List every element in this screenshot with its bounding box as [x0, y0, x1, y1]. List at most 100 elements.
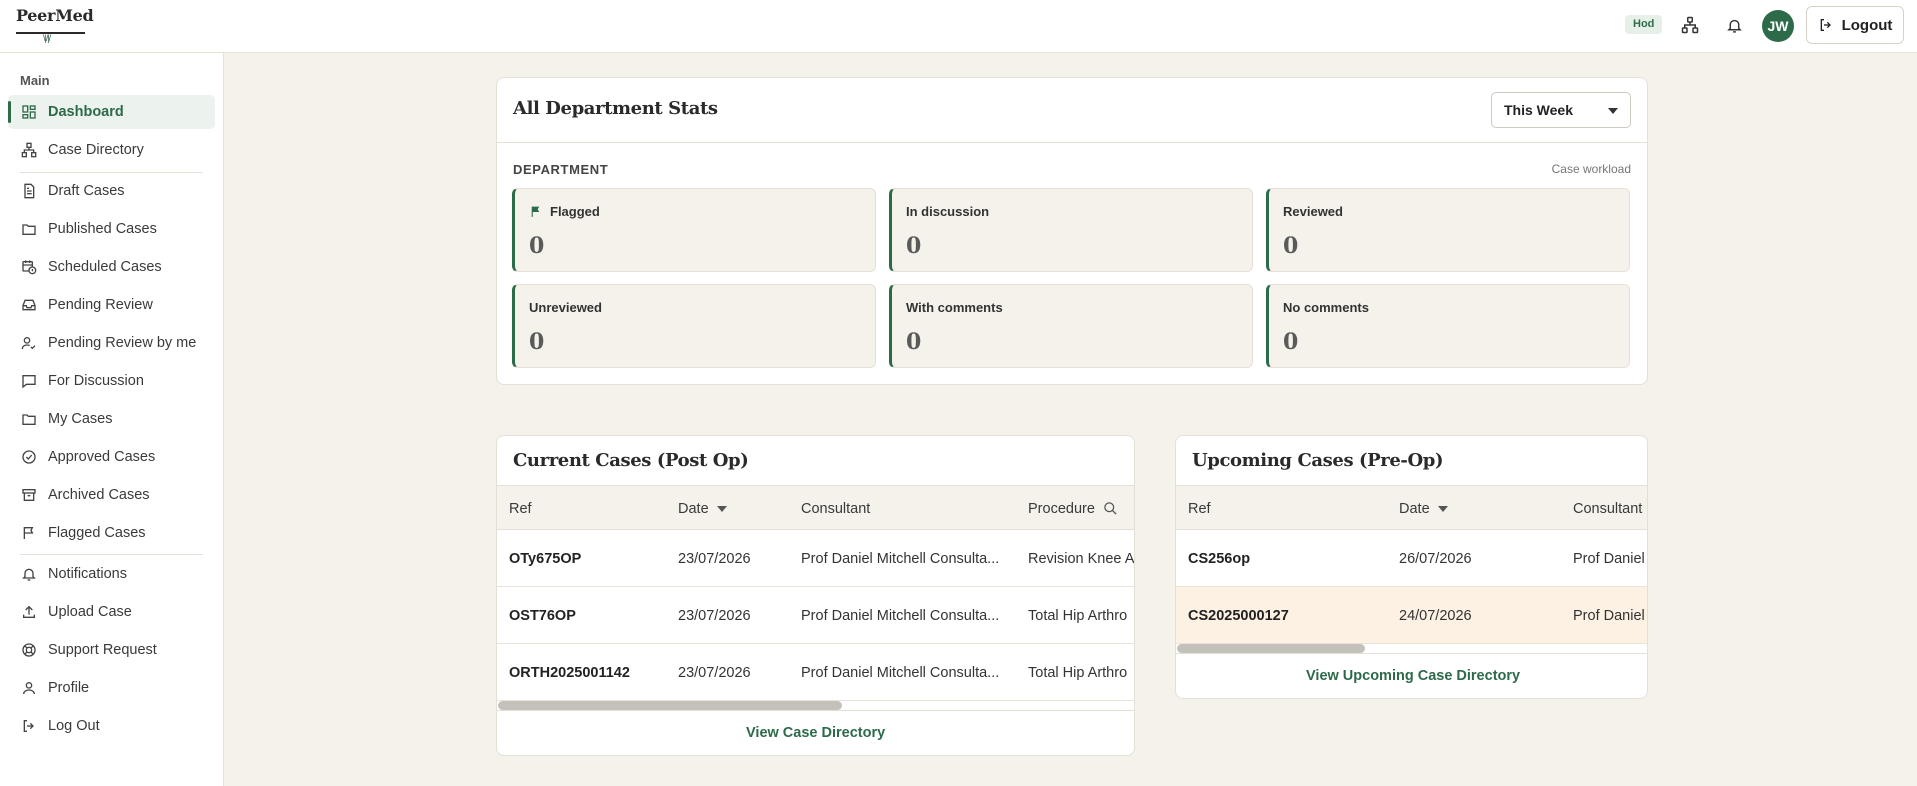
sidebar-item-label: Draft Cases [48, 183, 125, 199]
flag-icon [531, 206, 540, 217]
stat-label: Unreviewed [529, 300, 602, 315]
stat-value: 0 [1283, 329, 1299, 355]
cell-consultant: Prof Daniel Mitchell Consulta... [801, 550, 1000, 567]
sidebar-divider [20, 172, 203, 173]
stat-value: 0 [1283, 233, 1299, 259]
column-header-date[interactable]: Date [1399, 486, 1448, 531]
column-header-consultant[interactable]: Consultant [801, 486, 870, 531]
view-case-directory-link[interactable]: View Case Directory [746, 725, 885, 741]
column-header-ref[interactable]: Ref [509, 486, 532, 531]
logo-underline [16, 32, 85, 34]
sidebar-item-upload-case[interactable]: Upload Case [8, 595, 215, 629]
org-chart-icon[interactable] [1678, 13, 1702, 37]
sidebar-item-notifications[interactable]: Notifications [8, 557, 215, 591]
cell-date: 26/07/2026 [1399, 550, 1472, 567]
logout-label: Logout [1841, 16, 1893, 34]
sidebar-item-pending-review-by-me[interactable]: Pending Review by me [8, 326, 215, 360]
stat-no-comments[interactable]: No comments 0 [1266, 284, 1630, 368]
bell-icon[interactable] [1722, 13, 1746, 37]
case-workload-note: Case workload [1551, 162, 1631, 176]
upcoming-cases-title: Upcoming Cases (Pre-Op) [1192, 450, 1444, 471]
sidebar-item-archived-cases[interactable]: Archived Cases [8, 478, 215, 512]
column-header-date[interactable]: Date [678, 486, 727, 531]
table-row[interactable]: CS256op 26/07/2026 Prof Daniel [1176, 530, 1647, 587]
calendar-clock-icon [20, 258, 38, 276]
period-select-value: This Week [1504, 102, 1573, 118]
stat-value: 0 [906, 329, 922, 355]
stat-unreviewed[interactable]: Unreviewed 0 [512, 284, 876, 368]
card-divider [1176, 653, 1647, 654]
logo-text: PeerMed [16, 6, 94, 25]
sidebar-item-case-directory[interactable]: Case Directory [8, 133, 215, 167]
chat-icon [20, 372, 38, 390]
bell-icon [20, 565, 38, 583]
sidebar: Main Dashboard Case Directory Draft Case… [0, 53, 224, 786]
stat-flagged[interactable]: Flagged 0 [512, 188, 876, 272]
logout-icon [20, 717, 38, 735]
cell-procedure: Total Hip Arthro [1028, 664, 1128, 681]
table-header: Ref Date Consultant Procedure [497, 485, 1134, 531]
department-section-label: DEPARTMENT [513, 162, 609, 177]
sidebar-item-my-cases[interactable]: My Cases [8, 402, 215, 436]
cell-ref: OST76OP [509, 607, 576, 624]
chevron-down-icon [1608, 108, 1618, 114]
sidebar-item-label: Archived Cases [48, 487, 150, 503]
sidebar-item-log-out[interactable]: Log Out [8, 709, 215, 743]
sidebar-item-scheduled-cases[interactable]: Scheduled Cases [8, 250, 215, 284]
scrollbar-thumb[interactable] [498, 701, 842, 710]
sidebar-item-label: Profile [48, 680, 90, 696]
table-row[interactable]: OTy675OP 23/07/2026 Prof Daniel Mitchell… [497, 530, 1134, 587]
current-cases-card: Current Cases (Post Op) Ref Date Consult… [496, 435, 1135, 756]
stat-reviewed[interactable]: Reviewed 0 [1266, 188, 1630, 272]
column-header-procedure[interactable]: Procedure [1028, 486, 1118, 531]
stat-with-comments[interactable]: With comments 0 [889, 284, 1253, 368]
search-icon[interactable] [1103, 501, 1118, 516]
sort-down-icon [1437, 505, 1448, 512]
table-row[interactable]: ORTH2025001142 23/07/2026 Prof Daniel Mi… [497, 644, 1134, 701]
stats-title: All Department Stats [513, 98, 718, 119]
cell-consultant: Prof Daniel Mitchell Consulta... [801, 607, 1000, 624]
cell-date: 24/07/2026 [1399, 607, 1472, 624]
cell-date: 23/07/2026 [678, 607, 751, 624]
period-select[interactable]: This Week [1491, 92, 1631, 128]
grid-icon [20, 103, 38, 121]
table-row-highlighted[interactable]: CS2025000127 24/07/2026 Prof Daniel [1176, 587, 1647, 644]
cell-ref: OTy675OP [509, 550, 582, 567]
sidebar-item-approved-cases[interactable]: Approved Cases [8, 440, 215, 474]
sidebar-item-profile[interactable]: Profile [8, 671, 215, 705]
folder-icon [20, 410, 38, 428]
table-row[interactable]: OST76OP 23/07/2026 Prof Daniel Mitchell … [497, 587, 1134, 644]
sidebar-item-published-cases[interactable]: Published Cases [8, 212, 215, 246]
cell-ref: CS256op [1188, 550, 1251, 567]
sidebar-item-draft-cases[interactable]: Draft Cases [8, 174, 215, 208]
sidebar-item-label: Log Out [48, 718, 100, 734]
logout-icon [1820, 19, 1831, 31]
column-header-consultant[interactable]: Consultant [1573, 486, 1642, 531]
cell-date: 23/07/2026 [678, 550, 751, 567]
table-header: Ref Date Consultant [1176, 485, 1647, 531]
sidebar-item-support-request[interactable]: Support Request [8, 633, 215, 667]
horizontal-scrollbar[interactable] [1176, 643, 1647, 653]
sidebar-item-flagged-cases[interactable]: Flagged Cases [8, 516, 215, 550]
stat-label: Flagged [550, 204, 600, 219]
stat-label: No comments [1283, 300, 1369, 315]
avatar-initials: JW [1767, 18, 1789, 34]
avatar[interactable]: JW [1762, 10, 1794, 42]
top-bar: PeerMed \|/|/ Hod JW Logout [0, 0, 1917, 53]
sidebar-item-for-discussion[interactable]: For Discussion [8, 364, 215, 398]
column-header-ref[interactable]: Ref [1188, 486, 1211, 531]
sidebar-item-dashboard[interactable]: Dashboard [8, 95, 215, 129]
folder-icon [20, 220, 38, 238]
view-upcoming-case-directory-link[interactable]: View Upcoming Case Directory [1306, 668, 1520, 684]
peermed-logo[interactable]: PeerMed \|/|/ [16, 6, 94, 43]
horizontal-scrollbar[interactable] [497, 700, 1134, 710]
logout-button[interactable]: Logout [1806, 6, 1904, 44]
sidebar-item-pending-review[interactable]: Pending Review [8, 288, 215, 322]
document-icon [20, 182, 38, 200]
sidebar-item-label: Flagged Cases [48, 525, 146, 541]
sidebar-item-label: Published Cases [48, 221, 157, 237]
scrollbar-thumb[interactable] [1177, 644, 1365, 653]
current-cases-title: Current Cases (Post Op) [513, 450, 749, 471]
stat-in-discussion[interactable]: In discussion 0 [889, 188, 1253, 272]
sidebar-item-label: Pending Review by me [48, 335, 197, 351]
